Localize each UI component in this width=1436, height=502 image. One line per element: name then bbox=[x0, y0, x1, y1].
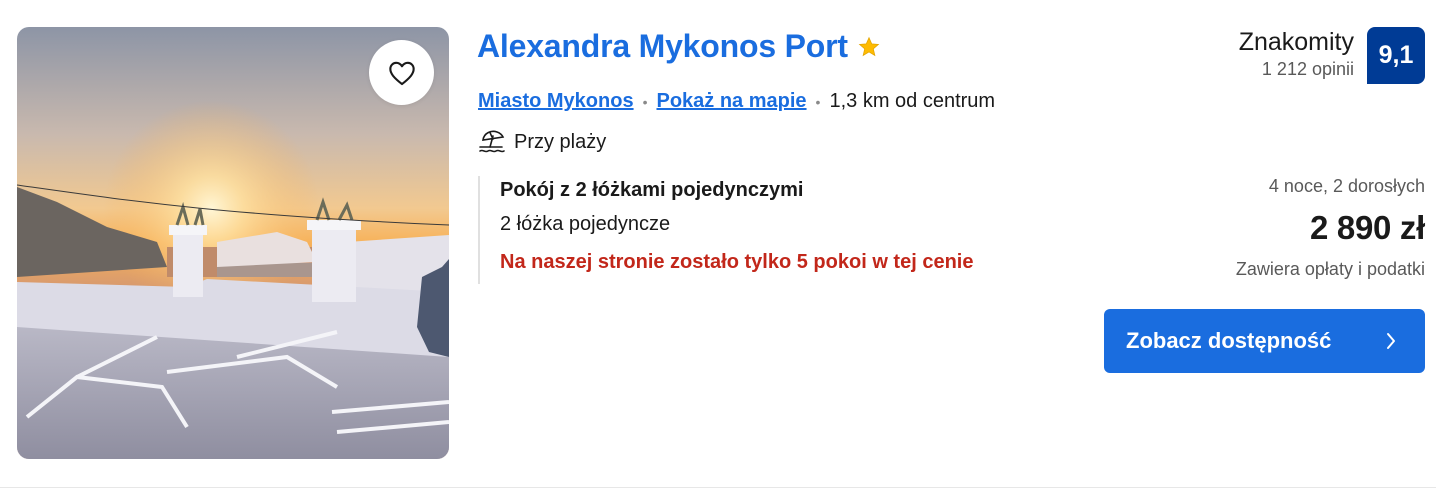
property-card: Alexandra Mykonos Port Miasto Mykonos • … bbox=[0, 0, 1436, 502]
room-info: Pokój z 2 łóżkami pojedynczymi 2 łóżka p… bbox=[478, 176, 973, 284]
review-score-badge: 9,1 bbox=[1367, 27, 1425, 84]
review-count: 1 212 opinii bbox=[1261, 59, 1354, 79]
stay-info: 4 noce, 2 dorosłych bbox=[1268, 176, 1425, 196]
favorite-button[interactable] bbox=[369, 40, 434, 105]
beach-label: Przy plaży bbox=[514, 130, 607, 153]
tax-note: Zawiera opłaty i podatki bbox=[1235, 259, 1425, 279]
beach-umbrella-icon bbox=[479, 130, 505, 153]
distance-text: 1,3 km od centrum bbox=[829, 90, 996, 112]
heart-icon bbox=[388, 61, 415, 85]
star-icon bbox=[858, 36, 880, 56]
room-title: Pokój z 2 łóżkami pojedynczymi bbox=[500, 179, 804, 201]
hotel-name-link[interactable]: Alexandra Mykonos Port bbox=[477, 28, 848, 65]
see-availability-label: Zobacz dostępność bbox=[1126, 328, 1332, 353]
see-availability-button[interactable]: Zobacz dostępność bbox=[1104, 309, 1425, 373]
price-amount: 2 890 zł bbox=[1309, 209, 1425, 246]
room-beds: 2 łóżka pojedyncze bbox=[500, 213, 671, 235]
price-block: 4 noce, 2 dorosłych 2 890 zł Zawiera opł… bbox=[1236, 176, 1425, 280]
beach-row: Przy plaży bbox=[478, 128, 606, 156]
review-text: Znakomity 1 212 opinii bbox=[1239, 27, 1354, 80]
hotel-title-row: Alexandra Mykonos Port bbox=[477, 28, 880, 65]
show-on-map-link[interactable]: Pokaż na mapie bbox=[656, 90, 806, 113]
separator-dot: • bbox=[642, 93, 648, 110]
scarcity-message: Na naszej stronie zostało tylko 5 pokoi … bbox=[500, 251, 974, 273]
divider bbox=[0, 487, 1436, 488]
chevron-right-icon bbox=[1387, 333, 1395, 349]
location-link[interactable]: Miasto Mykonos bbox=[478, 90, 634, 113]
review-summary[interactable]: Znakomity 1 212 opinii 9,1 bbox=[1239, 27, 1425, 84]
separator-dot: • bbox=[815, 93, 821, 110]
review-word: Znakomity bbox=[1238, 28, 1354, 56]
location-row: Miasto Mykonos • Pokaż na mapie • 1,3 km… bbox=[478, 90, 995, 113]
